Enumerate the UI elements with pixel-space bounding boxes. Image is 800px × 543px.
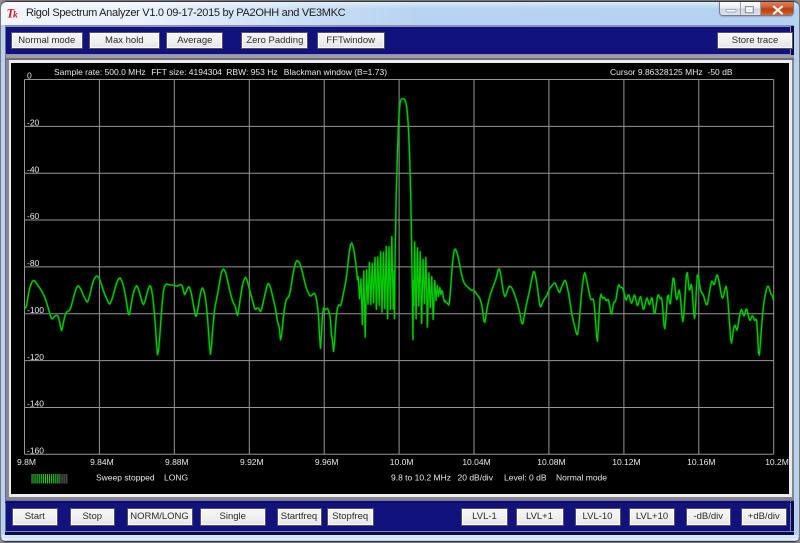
- svg-text:Level: 0 dB: Level: 0 dB: [504, 472, 547, 482]
- svg-text:-20: -20: [27, 117, 40, 127]
- svg-text:9.8 to 10.2 MHz: 9.8 to 10.2 MHz: [391, 472, 451, 482]
- svg-text:0: 0: [27, 70, 32, 80]
- svg-text:10.2M: 10.2M: [765, 457, 788, 467]
- svg-text:20 dB/div: 20 dB/div: [458, 472, 494, 482]
- svg-text:9.8M: 9.8M: [17, 457, 36, 467]
- svg-text:10.12M: 10.12M: [612, 457, 640, 467]
- svg-text:RBW: 953 Hz: RBW: 953 Hz: [226, 67, 277, 77]
- svg-text:-80: -80: [27, 258, 40, 268]
- svg-text:-50 dB: -50 dB: [708, 67, 733, 77]
- svg-text:9.88M: 9.88M: [165, 457, 189, 467]
- svg-text:9.96M: 9.96M: [315, 457, 339, 467]
- svg-text:-60: -60: [27, 211, 40, 221]
- svg-text:FFT size: 4194304: FFT size: 4194304: [151, 67, 222, 77]
- svg-text:-100: -100: [27, 304, 44, 314]
- svg-text:Sweep stopped: Sweep stopped: [96, 472, 155, 482]
- svg-text:9.92M: 9.92M: [240, 457, 264, 467]
- svg-text:10.04M: 10.04M: [462, 457, 490, 467]
- svg-text:-40: -40: [27, 164, 40, 174]
- svg-text:9.84M: 9.84M: [90, 457, 114, 467]
- svg-text:Normal mode: Normal mode: [556, 472, 607, 482]
- svg-text:Cursor 9.86328125 MHz: Cursor 9.86328125 MHz: [610, 67, 703, 77]
- svg-text:10.0M: 10.0M: [390, 457, 414, 467]
- svg-text:Blackman window (B=1.73): Blackman window (B=1.73): [284, 67, 387, 77]
- svg-text:-160: -160: [27, 445, 44, 455]
- svg-text:10.08M: 10.08M: [537, 457, 565, 467]
- svg-text:-120: -120: [27, 351, 44, 361]
- svg-text:LONG: LONG: [164, 472, 188, 482]
- svg-text:-140: -140: [27, 398, 44, 408]
- svg-text:Sample rate: 500.0 MHz: Sample rate: 500.0 MHz: [54, 67, 146, 77]
- svg-text:k: k: [13, 11, 18, 21]
- svg-text:10.16M: 10.16M: [687, 457, 715, 467]
